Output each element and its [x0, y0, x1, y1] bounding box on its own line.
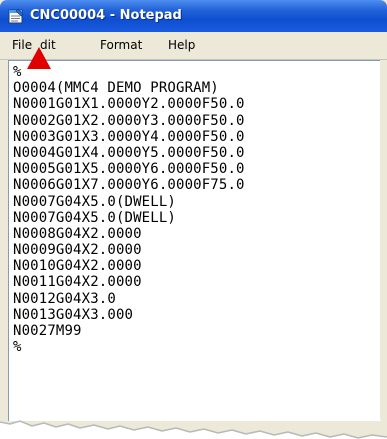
menu-help[interactable]: Help: [168, 37, 195, 53]
notepad-window: CNC00004 - Notepad File dit Format Help …: [0, 0, 387, 439]
editor-line: N0007G04X5.0(DWELL): [13, 193, 176, 210]
menu-bar: File dit Format Help: [0, 32, 387, 60]
editor-line: N0012G04X3.0: [13, 290, 116, 307]
editor-line: N0001G01X1.0000Y2.0000F50.0: [13, 96, 245, 113]
editor-line: N0006G01X7.0000Y6.0000F75.0: [13, 177, 245, 194]
editor-line: N0009G04X2.0000: [13, 242, 142, 259]
editor-line: N0010G04X2.0000: [13, 258, 142, 275]
torn-edge-decoration: [0, 420, 387, 439]
editor-line: N0011G04X2.0000: [13, 274, 142, 291]
menu-format[interactable]: Format: [100, 37, 142, 53]
red-arrow-up-icon: [27, 47, 51, 69]
editor-line: N0008G04X2.0000: [13, 225, 142, 242]
window-right-edge: [380, 60, 387, 420]
editor-line: N0004G01X4.0000Y5.0000F50.0: [13, 144, 245, 161]
notepad-icon: [8, 8, 24, 24]
editor-line: N0002G01X2.0000Y3.0000F50.0: [13, 112, 245, 129]
editor-line: %: [13, 339, 22, 356]
editor-line: N0027M99: [13, 323, 82, 339]
text-editor[interactable]: % O0004(MMC4 DEMO PROGRAM) N0001G01X1.0000…: [8, 60, 381, 421]
editor-text: % O0004(MMC4 DEMO PROGRAM) N0001G01X1.0000…: [13, 64, 245, 355]
editor-line: N0003G01X3.0000Y4.0000F50.0: [13, 128, 245, 145]
window-title: CNC00004 - Notepad: [30, 8, 182, 23]
editor-line: O0004(MMC4 DEMO PROGRAM): [13, 80, 219, 97]
title-bar[interactable]: CNC00004 - Notepad: [0, 0, 387, 32]
editor-line: N0013G04X3.000: [13, 306, 134, 323]
editor-line: N0007G04X5.0(DWELL): [13, 209, 176, 226]
editor-line: N0005G01X5.0000Y6.0000F50.0: [13, 161, 245, 178]
